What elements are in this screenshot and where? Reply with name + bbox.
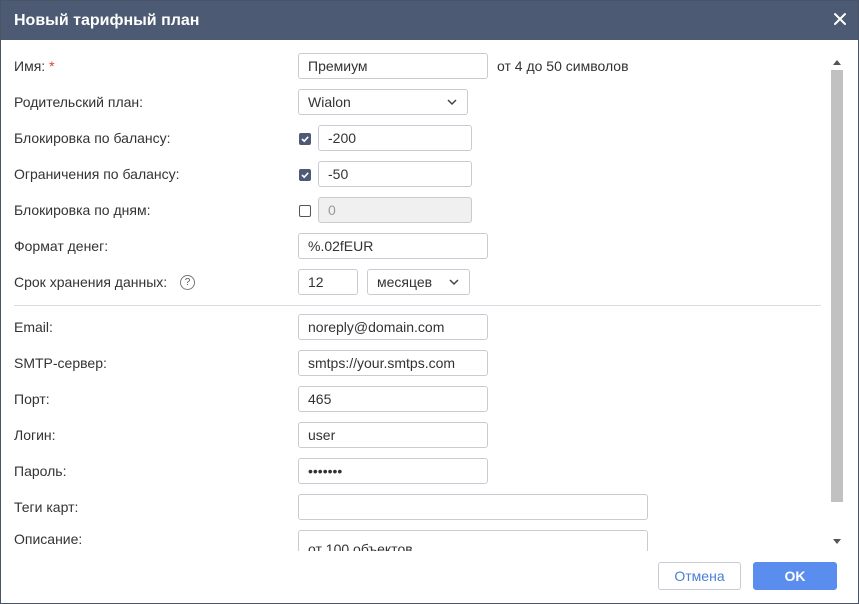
dialog-footer: Отмена OK	[1, 551, 858, 603]
email-label: Email:	[14, 319, 53, 335]
parent-plan-select[interactable]: Wialon	[298, 89, 468, 115]
smtp-input[interactable]: smtps://your.smtps.com	[298, 350, 488, 376]
ok-button[interactable]: OK	[753, 562, 837, 590]
new-tariff-plan-dialog: Новый тарифный план Имя: * Премиум от 4 …	[0, 0, 859, 604]
balance-limit-label: Ограничения по балансу:	[14, 166, 180, 182]
chevron-down-icon	[447, 99, 457, 106]
description-textarea[interactable]: от 100 объектов	[298, 530, 648, 551]
balance-limit-checkbox[interactable]	[299, 169, 311, 181]
scroll-down-icon[interactable]	[832, 538, 842, 546]
scrollbar[interactable]	[830, 54, 844, 551]
port-label: Порт:	[14, 391, 50, 407]
dialog-titlebar: Новый тарифный план	[1, 1, 858, 40]
balance-block-input[interactable]: -200	[318, 125, 472, 151]
parent-plan-label: Родительский план:	[14, 94, 144, 110]
days-block-checkbox[interactable]	[299, 205, 311, 217]
email-input[interactable]: noreply@domain.com	[298, 314, 488, 340]
dialog-body: Имя: * Премиум от 4 до 50 символов Родит…	[1, 40, 858, 551]
retention-label: Срок хранения данных:	[14, 274, 168, 290]
days-block-label: Блокировка по дням:	[14, 202, 151, 218]
money-format-label: Формат денег:	[14, 238, 109, 254]
port-input[interactable]: 465	[298, 386, 488, 412]
balance-block-label: Блокировка по балансу:	[14, 130, 171, 146]
password-input[interactable]: •••••••	[298, 458, 488, 484]
name-hint: от 4 до 50 символов	[497, 58, 629, 74]
retention-value-input[interactable]: 12	[298, 269, 358, 295]
password-label: Пароль:	[14, 463, 67, 479]
check-icon	[301, 172, 309, 179]
retention-unit-select[interactable]: месяцев	[367, 269, 470, 295]
required-mark: *	[49, 58, 55, 74]
scroll-thumb[interactable]	[831, 70, 843, 502]
close-icon[interactable]	[832, 11, 848, 27]
days-block-input: 0	[318, 197, 472, 223]
login-label: Логин:	[14, 427, 56, 443]
parent-plan-value: Wialon	[308, 94, 351, 110]
retention-unit-value: месяцев	[377, 274, 433, 290]
dialog-title: Новый тарифный план	[14, 12, 200, 29]
description-label: Описание:	[14, 531, 83, 547]
money-format-input[interactable]: %.02fEUR	[298, 233, 488, 259]
cancel-button[interactable]: Отмена	[658, 562, 741, 590]
balance-limit-input[interactable]: -50	[318, 161, 472, 187]
map-tags-label: Теги карт:	[14, 499, 79, 515]
map-tags-input[interactable]	[298, 494, 648, 520]
smtp-label: SMTP-сервер:	[14, 355, 107, 371]
name-label: Имя: *	[14, 58, 55, 74]
scroll-up-icon[interactable]	[832, 58, 842, 66]
chevron-down-icon	[449, 279, 459, 286]
balance-block-checkbox[interactable]	[299, 133, 311, 145]
question-circle-icon[interactable]: ?	[180, 275, 195, 290]
section-divider	[14, 305, 821, 306]
check-icon	[301, 136, 309, 143]
login-input[interactable]: user	[298, 422, 488, 448]
name-input[interactable]: Премиум	[298, 53, 488, 79]
